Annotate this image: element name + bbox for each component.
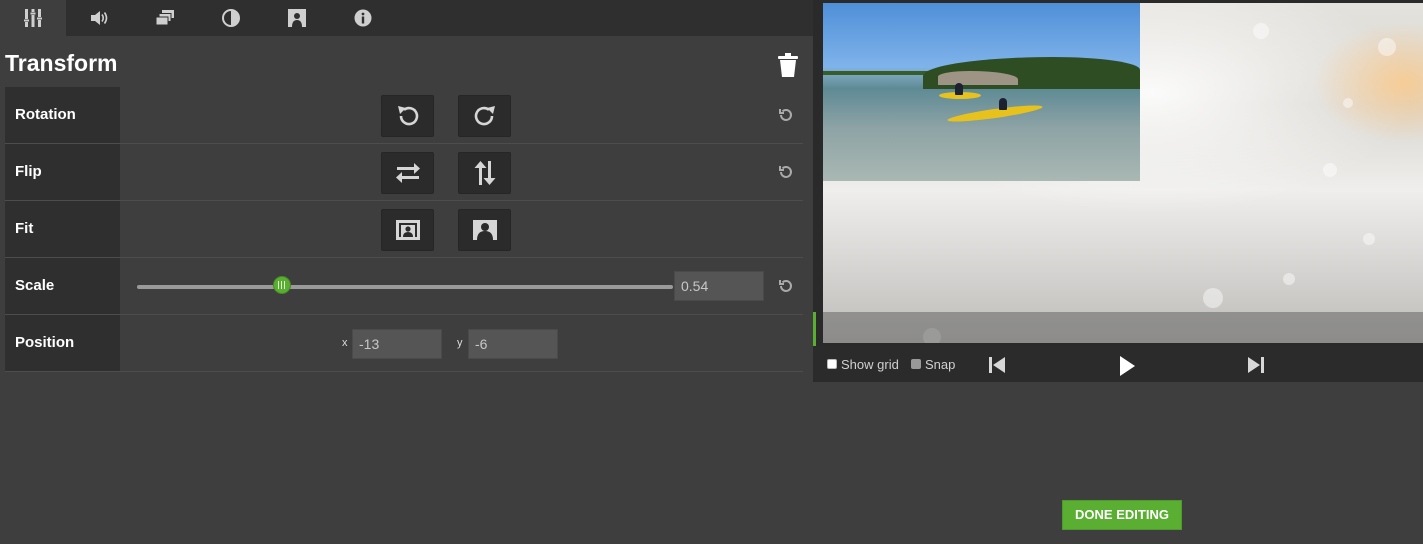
scale-row: Scale [5,258,803,315]
scale-slider-handle[interactable] [272,276,291,294]
flip-horizontal-button[interactable] [381,152,434,194]
trash-icon [778,53,798,77]
flip-row: Flip [5,144,803,201]
play-button[interactable] [1118,355,1136,382]
swap-horizontal-icon [395,163,420,183]
rotation-reset-button[interactable] [777,106,795,124]
skip-forward-button[interactable] [1247,356,1265,379]
tab-color[interactable] [198,0,264,36]
info-icon [354,9,372,27]
reset-icon [779,279,792,292]
fit-cover-button[interactable] [458,209,511,251]
tab-adjustments[interactable] [0,0,66,36]
flip-reset-button[interactable] [777,163,795,181]
reset-icon [779,165,792,178]
show-grid-checkbox[interactable] [827,359,837,369]
snap-checkbox[interactable] [911,359,921,369]
transform-properties: Rotation Flip Fit Scale 0.54 Position x … [5,87,803,372]
show-grid-label: Show grid [841,357,899,372]
scale-label: Scale [5,258,120,314]
skip-forward-icon [1248,357,1264,373]
rotation-label: Rotation [5,87,120,143]
position-x-input[interactable] [352,329,442,359]
flip-vertical-button[interactable] [458,152,511,194]
position-label: Position [5,315,120,371]
panel-title: Transform [5,50,118,76]
tab-info[interactable] [330,0,396,36]
position-x-label: x [342,337,348,349]
position-row: Position x y [5,315,803,372]
fit-label: Fit [5,201,120,257]
scale-slider-track[interactable] [137,285,673,289]
swap-vertical-icon [474,161,495,185]
player-controls: Show grid Snap [813,346,1423,382]
reset-icon [779,108,792,121]
tab-bar [0,0,813,36]
flip-label: Flip [5,144,120,200]
snap-label: Snap [925,357,956,372]
volume-icon [91,11,108,25]
fit-contain-icon [395,220,420,240]
tab-crop[interactable] [264,0,330,36]
fit-contain-button[interactable] [381,209,434,251]
timeline-marker [813,312,816,346]
fit-cover-icon [472,220,497,240]
tab-layers[interactable] [132,0,198,36]
position-y-input[interactable] [468,329,558,359]
play-icon [1120,356,1135,376]
rotate-left-button[interactable] [381,95,434,137]
rotate-right-button[interactable] [458,95,511,137]
scale-input[interactable] [674,271,764,301]
contrast-icon [222,9,240,27]
fit-row: Fit [5,201,803,258]
sliders-icon [23,9,43,27]
portrait-icon [288,9,306,27]
layers-icon [155,10,174,26]
delete-button[interactable] [777,53,799,77]
rotation-row: Rotation [5,87,803,144]
tab-audio[interactable] [66,0,132,36]
skip-back-button[interactable] [988,356,1006,379]
rotate-left-icon [397,106,418,126]
rotate-right-icon [474,106,495,126]
position-y-label: y [457,337,463,349]
done-editing-button[interactable]: DONE EDITING [1062,500,1182,530]
preview-clip-image[interactable] [823,3,1140,181]
scale-reset-button[interactable] [777,277,795,295]
skip-back-icon [989,357,1005,373]
